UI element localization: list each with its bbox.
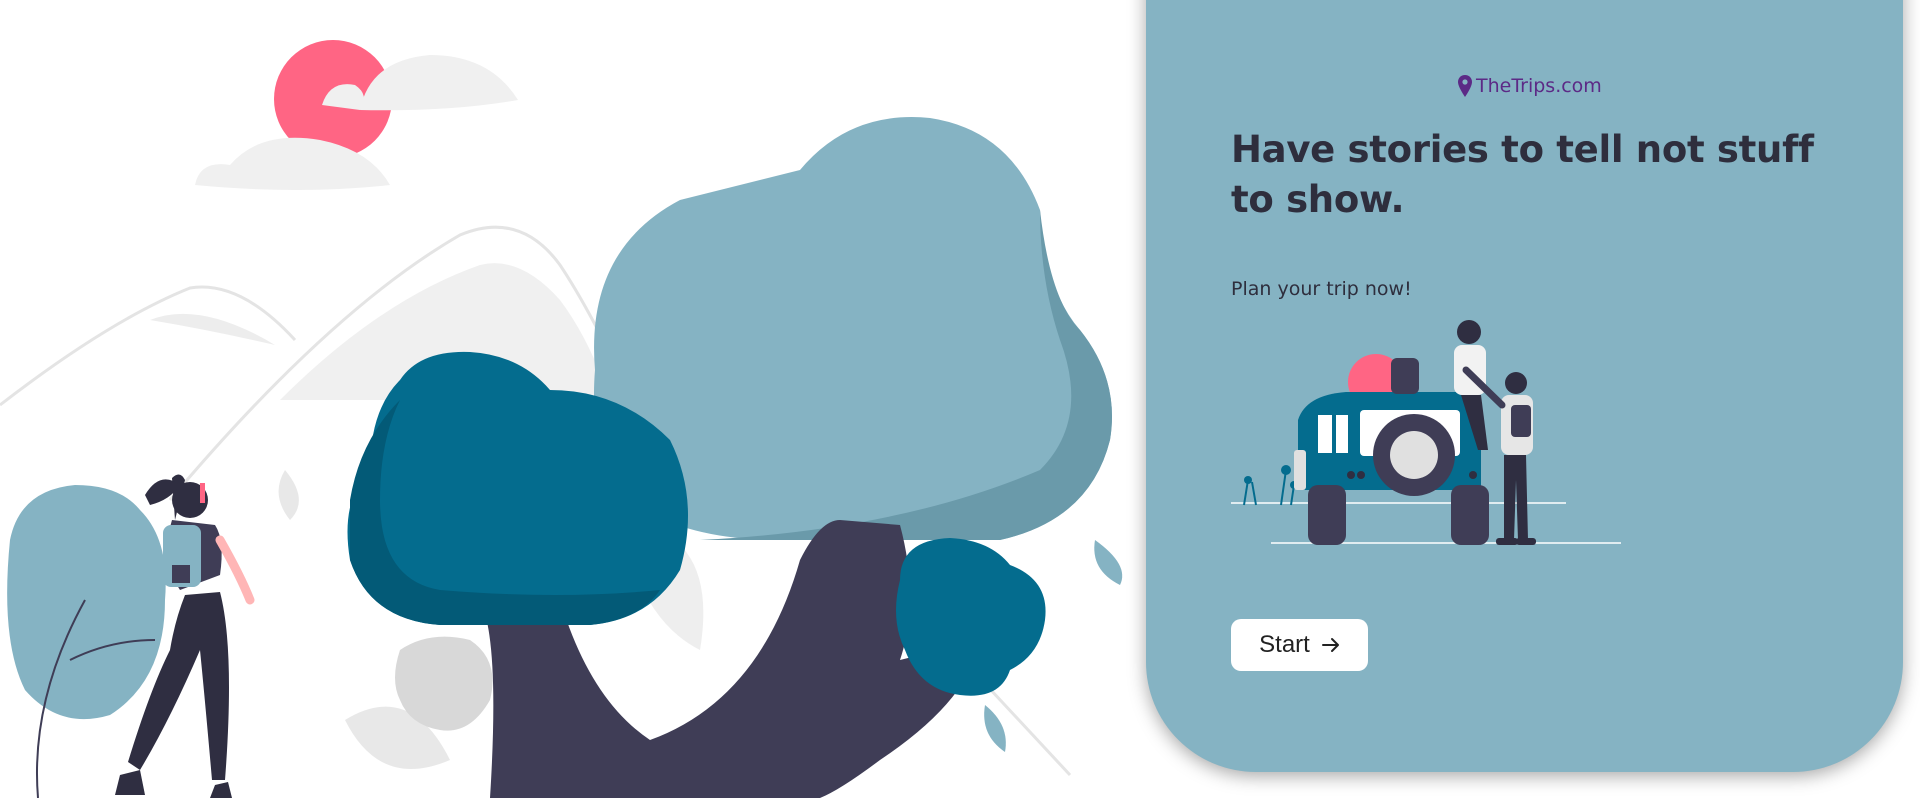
leaf-shape — [278, 470, 299, 520]
leaf-shape — [984, 705, 1006, 752]
arrow-right-icon — [1321, 638, 1339, 652]
cloud-shape — [360, 55, 518, 111]
brand-link[interactable]: TheTrips.com — [1458, 75, 1602, 97]
trip-card: TheTrips.com Have stories to tell not st… — [1146, 0, 1903, 772]
start-button[interactable]: Start — [1231, 619, 1368, 671]
mountain-outline — [0, 285, 297, 407]
start-button-label: Start — [1259, 631, 1310, 658]
page-title: Have stories to tell not stuff to show. — [1231, 128, 1814, 221]
bush-shape — [7, 485, 166, 720]
page-subtitle: Plan your trip now! — [1231, 278, 1412, 300]
brand-name: TheTrips.com — [1476, 75, 1602, 97]
travel-illustration — [0, 40, 1123, 798]
mountain-shape — [150, 313, 275, 345]
map-pin-icon — [1458, 75, 1472, 97]
tree-crown-dark — [896, 538, 1046, 696]
leaf-shape — [1094, 540, 1123, 585]
jeep-travelers-illustration — [1231, 320, 1621, 545]
